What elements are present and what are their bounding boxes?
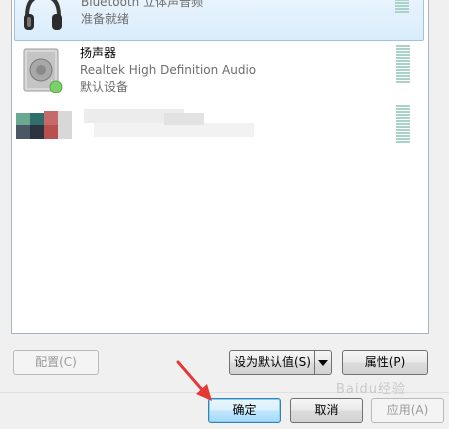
apply-button[interactable]: 应用(A) [371, 398, 444, 423]
chevron-down-icon[interactable] [314, 351, 331, 374]
annotation-arrow-icon [176, 360, 212, 401]
cancel-button[interactable]: 取消 [290, 398, 363, 423]
speaker-icon [23, 48, 63, 93]
device-item-obscured[interactable] [14, 103, 424, 161]
device-item-speakers[interactable]: 扬声器 Realtek High Definition Audio 默认设备 [14, 43, 424, 101]
set-default-button[interactable]: 设为默认值(S) [229, 350, 332, 375]
device-description: Realtek High Definition Audio [80, 63, 257, 77]
configure-button[interactable]: 配置(C) [13, 350, 99, 375]
headphones-icon [24, 0, 62, 30]
device-status: 准备就绪 [81, 12, 130, 26]
level-meter [396, 105, 410, 144]
watermark: Baidu经验 [336, 382, 406, 397]
device-status: 默认设备 [80, 80, 129, 94]
properties-button[interactable]: 属性(P) [342, 350, 428, 375]
playback-device-list[interactable]: Bluetooth 立体声音频 准备就绪 扬声器 Realtek High De… [11, 0, 429, 334]
device-item-bluetooth[interactable]: Bluetooth 立体声音频 准备就绪 [14, 0, 424, 41]
device-description: Bluetooth 立体声音频 [81, 0, 204, 9]
set-default-label: 设为默认值(S) [234, 355, 311, 369]
ok-button[interactable]: 确定 [208, 398, 281, 423]
level-meter [396, 45, 410, 84]
device-name: 扬声器 [80, 46, 117, 60]
level-meter [395, 0, 409, 14]
